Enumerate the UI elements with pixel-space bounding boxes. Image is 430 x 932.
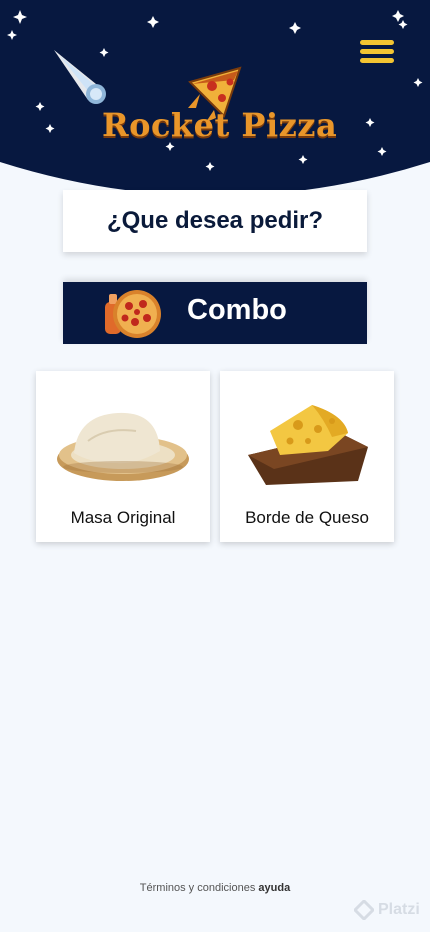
app-header: Rocket Pizza <box>0 0 430 200</box>
pizza-soda-icon <box>105 290 161 338</box>
order-question-text: ¿Que desea pedir? <box>106 207 324 234</box>
help-link[interactable]: ayuda <box>258 882 290 894</box>
menu-bar-icon <box>360 40 394 45</box>
brand-logo: Rocket Pizza <box>96 64 338 148</box>
cheese-board-image <box>248 405 368 485</box>
watermark-text: Platzi <box>378 901 420 918</box>
platzi-watermark: Platzi <box>354 898 420 922</box>
terms-link[interactable]: Términos y condiciones <box>140 882 256 894</box>
option-label: Masa Original <box>70 508 176 527</box>
option-card-borde-de-queso[interactable]: Borde de Queso <box>220 371 394 542</box>
footer: Términos y condiciones ayuda <box>0 882 430 894</box>
menu-bar-icon <box>360 58 394 63</box>
option-label: Borde de Queso <box>245 508 369 527</box>
option-card-masa-original[interactable]: Masa Original <box>36 371 210 542</box>
combo-label: Combo <box>187 294 287 326</box>
hamburger-menu-button[interactable] <box>360 38 396 66</box>
menu-bar-icon <box>360 49 394 54</box>
combo-button[interactable]: Combo <box>63 282 367 344</box>
order-question-card: ¿Que desea pedir? <box>63 190 367 252</box>
brand-name: Rocket Pizza <box>102 106 338 144</box>
dough-image <box>57 412 189 481</box>
platzi-logo-icon <box>354 900 374 920</box>
